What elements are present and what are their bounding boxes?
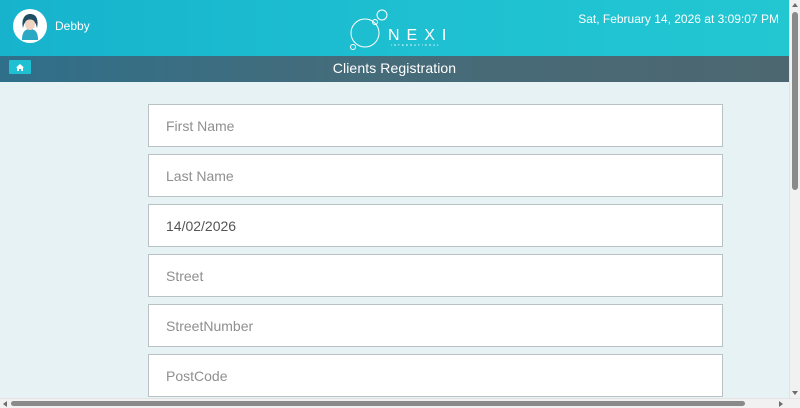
date-input[interactable] xyxy=(148,204,723,247)
title-bar: Clients Registration xyxy=(0,56,789,82)
logo-subtext: INTERNATIONAL xyxy=(391,43,441,47)
current-datetime: Sat, February 14, 2026 at 3:09:07 PM xyxy=(578,12,779,26)
page-title: Clients Registration xyxy=(332,60,457,76)
post-code-input[interactable] xyxy=(148,354,723,397)
street-input[interactable] xyxy=(148,254,723,297)
user-avatar-icon[interactable] xyxy=(13,9,47,43)
first-name-input[interactable] xyxy=(148,104,723,147)
top-header: Debby NEXI INTERNATIONAL Sat, February 1… xyxy=(0,0,789,56)
scroll-right-arrow-icon[interactable] xyxy=(779,401,783,407)
vertical-scrollbar[interactable] xyxy=(789,0,800,398)
client-registration-form xyxy=(148,104,723,404)
nexi-logo: NEXI INTERNATIONAL xyxy=(346,7,456,51)
horizontal-scrollbar[interactable] xyxy=(0,398,800,408)
vertical-scroll-thumb[interactable] xyxy=(792,12,798,190)
scroll-left-arrow-icon[interactable] xyxy=(3,401,7,407)
username: Debby xyxy=(55,19,90,33)
logo-text: NEXI xyxy=(388,27,453,44)
scroll-down-arrow-icon[interactable] xyxy=(792,391,798,395)
last-name-input[interactable] xyxy=(148,154,723,197)
scroll-up-arrow-icon[interactable] xyxy=(792,3,798,7)
street-number-input[interactable] xyxy=(148,304,723,347)
horizontal-scroll-thumb[interactable] xyxy=(11,401,745,406)
